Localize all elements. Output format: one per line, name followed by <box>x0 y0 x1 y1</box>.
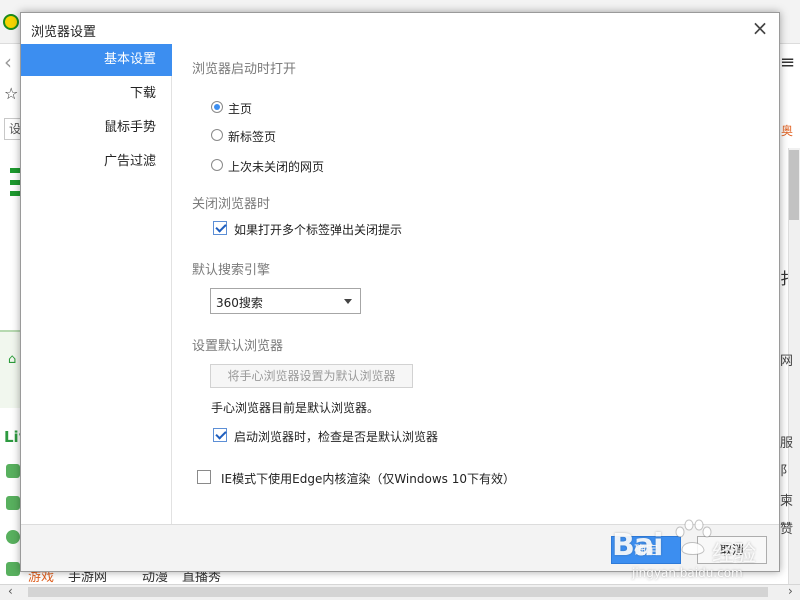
section-title-search-engine: 默认搜索引擎 <box>192 263 271 278</box>
page-scrollbar-thumb[interactable] <box>789 150 799 220</box>
radio-label: 新标签页 <box>228 130 277 144</box>
settings-sidebar: 基本设置 下载 鼠标手势 广告过滤 <box>21 44 172 524</box>
baidu-jingyan-watermark: Bai 经验 jingyan.baidu.com <box>612 518 792 588</box>
page-text-fragment: 柬 <box>780 494 794 509</box>
search-engine-value: 360搜索 <box>216 296 263 310</box>
page-text-fragment: 网 <box>780 354 794 369</box>
close-button[interactable]: × <box>747 17 773 41</box>
section-title-startup: 浏览器启动时打开 <box>192 62 297 77</box>
browser-logo-icon <box>3 14 19 30</box>
dialog-title: 浏览器设置 <box>31 25 97 40</box>
radio-unchecked-icon[interactable] <box>211 159 223 171</box>
gamepad-icon <box>6 562 20 576</box>
horizontal-scrollbar-thumb[interactable] <box>28 587 768 597</box>
radio-label: 主页 <box>228 102 253 116</box>
section-title-default-browser: 设置默认浏览器 <box>192 339 284 354</box>
page-text-fragment: 服 <box>780 436 794 451</box>
settings-content: 浏览器启动时打开 主页 新标签页 上次未关闭的网页 关闭浏览器时 如果打开多个标… <box>173 44 779 524</box>
home-icon[interactable]: ⌂ <box>8 352 16 367</box>
dialog-titlebar: 浏览器设置 × <box>21 13 779 44</box>
checkbox-label: 启动浏览器时，检查是否是默认浏览器 <box>234 430 439 444</box>
checkbox-checked-icon[interactable] <box>213 221 227 235</box>
checkbox-unchecked-icon[interactable] <box>197 470 211 484</box>
radio-checked-icon[interactable] <box>211 101 223 113</box>
default-browser-status: 手心浏览器目前是默认浏览器。 <box>211 401 380 415</box>
sidebar-item-download[interactable]: 下载 <box>21 78 172 110</box>
chevron-down-icon <box>344 299 352 304</box>
bookmark-star-icon[interactable]: ☆ <box>4 84 18 103</box>
watermark-word: 经验 <box>712 542 757 567</box>
back-arrow-icon[interactable]: ‹ <box>4 50 12 74</box>
checkbox-label: 如果打开多个标签弹出关闭提示 <box>234 223 403 237</box>
watermark-url: jingyan.baidu.com <box>632 566 743 580</box>
sidebar-item-mouse-gestures[interactable]: 鼠标手势 <box>21 112 172 144</box>
section-title-close: 关闭浏览器时 <box>192 197 271 212</box>
checkbox-label: IE模式下使用Edge内核渲染（仅Windows 10下有效） <box>221 472 515 486</box>
page-text-fragment: 阝 <box>780 464 794 479</box>
lock-icon <box>6 496 20 510</box>
paw-icon <box>675 519 712 555</box>
browser-settings-dialog: 浏览器设置 × 基本设置 下载 鼠标手势 广告过滤 浏览器启动时打开 主页 新标… <box>20 12 780 572</box>
hamburger-menu-icon[interactable]: ≡ <box>780 52 795 73</box>
set-default-browser-button[interactable]: 将手心浏览器设置为默认浏览器 <box>210 364 413 388</box>
search-engine-select[interactable]: 360搜索 <box>210 288 361 314</box>
watermark-brand: Bai <box>612 528 663 563</box>
page-side-panel <box>0 330 22 408</box>
list-icon <box>6 464 20 478</box>
page-text-fragment: 奥 <box>781 124 794 138</box>
page-text-fragment: 扌 <box>780 269 797 288</box>
radio-label: 上次未关闭的网页 <box>228 160 325 174</box>
radio-unchecked-icon[interactable] <box>211 129 223 141</box>
scroll-left-icon[interactable]: ‹ <box>8 584 13 598</box>
sidebar-item-ad-filter[interactable]: 广告过滤 <box>21 146 172 178</box>
dollar-icon <box>6 530 20 544</box>
sidebar-item-basic-settings[interactable]: 基本设置 <box>21 44 172 76</box>
checkbox-checked-icon[interactable] <box>213 428 227 442</box>
